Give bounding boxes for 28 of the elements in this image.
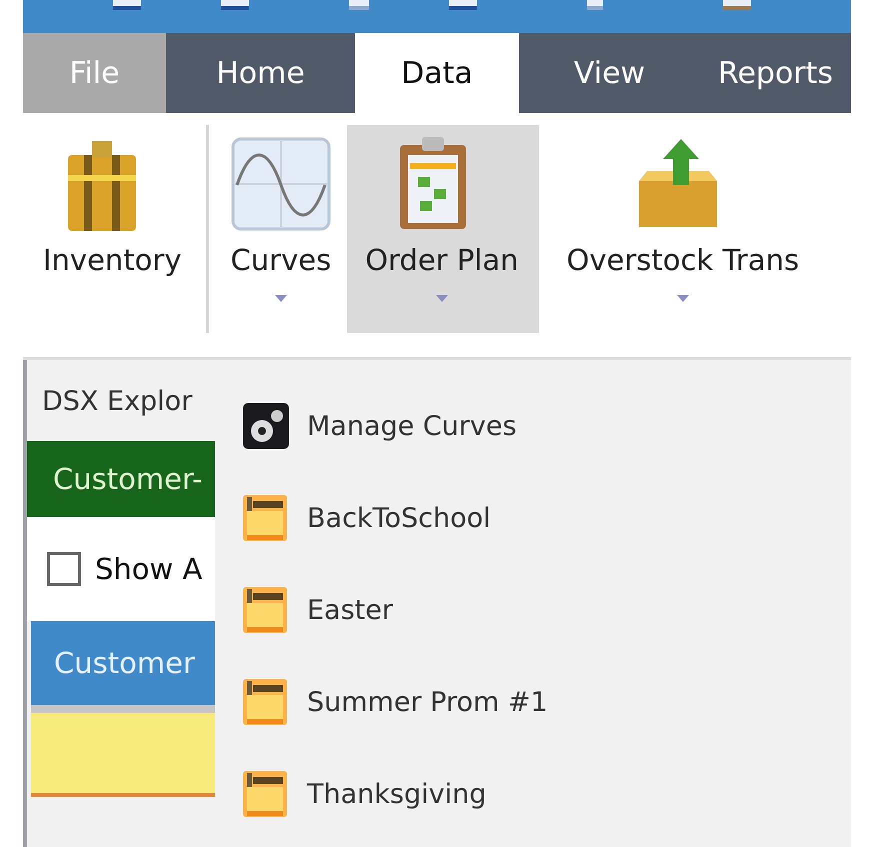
- wave-chart-icon: [230, 135, 331, 231]
- folder-icon: [243, 495, 289, 541]
- menu-item[interactable]: Thanksgiving: [215, 748, 851, 840]
- ribbon-tab[interactable]: Home: [166, 33, 355, 113]
- menu-item[interactable]: BackToSchool: [215, 472, 851, 564]
- gear-icon: [243, 403, 289, 449]
- panel-title: DSX Explor: [41, 385, 194, 419]
- checkbox[interactable]: [47, 552, 81, 586]
- panel-header[interactable]: Customer-: [27, 441, 215, 517]
- ribbon-tab[interactable]: Reports: [700, 33, 851, 113]
- toolbar-icon[interactable]: [723, 0, 751, 10]
- menu-item[interactable]: Easter: [215, 564, 851, 656]
- ribbon-button[interactable]: Overstock Trans: [552, 125, 830, 333]
- folder-icon: [243, 679, 289, 725]
- ribbon-button[interactable]: Inventory: [23, 125, 202, 333]
- ribbon-tab[interactable]: Data: [355, 33, 519, 113]
- ribbon-tab[interactable]: View: [519, 33, 700, 113]
- folder-icon: [243, 771, 289, 817]
- toolbar-icon[interactable]: [113, 0, 141, 10]
- toolbar-icon[interactable]: [221, 0, 249, 10]
- toolbar-icon[interactable]: [449, 0, 477, 10]
- ribbon-button[interactable]: Curves: [212, 125, 348, 333]
- checkbox-label: Show A: [95, 552, 202, 586]
- menu-item[interactable]: Manage Curves: [215, 380, 851, 472]
- folder-icon: [243, 587, 289, 633]
- column-header: Customer: [31, 621, 215, 713]
- ribbon-button[interactable]: Order Plan: [347, 125, 539, 333]
- menu-item[interactable]: Summer Prom #1: [215, 656, 851, 748]
